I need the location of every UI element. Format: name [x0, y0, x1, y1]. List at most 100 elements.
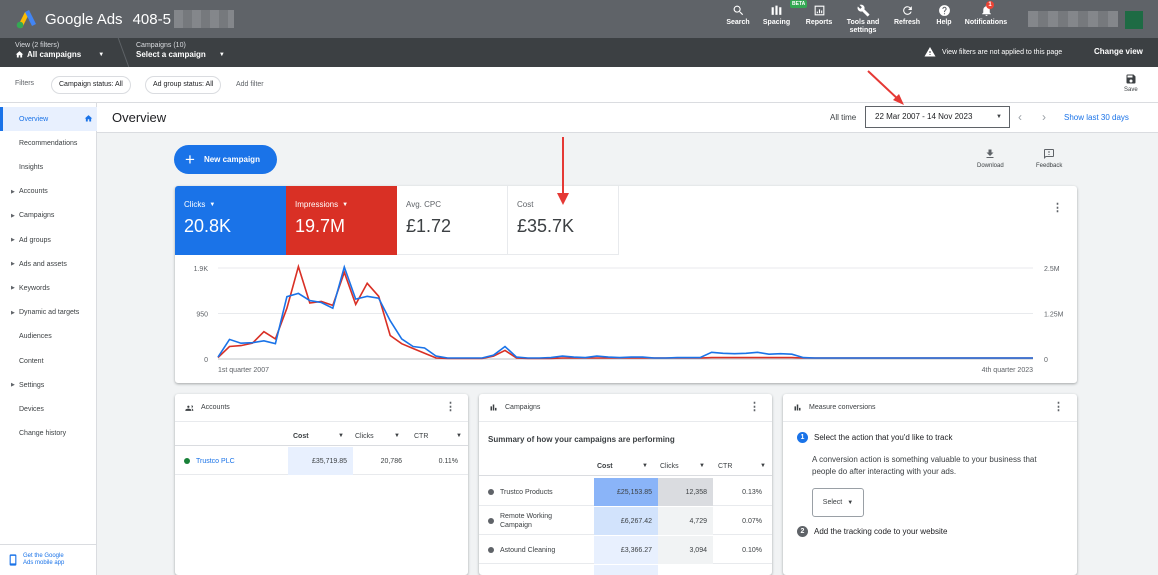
tools-settings-button[interactable]: Tools and settings — [839, 0, 887, 38]
mobile-app-line1: Get the Google — [23, 553, 64, 559]
y-left-tick-label: 1.9K — [194, 266, 209, 273]
add-filter-button[interactable]: Add filter — [236, 81, 264, 88]
select-conversion-action-button[interactable]: Select ▼ — [812, 488, 864, 517]
reports-label: Reports — [805, 19, 833, 26]
sidebar-item-label: Overview — [19, 115, 49, 123]
next-period-button[interactable]: › — [1042, 111, 1046, 123]
y-left-tick-label: 0 — [204, 357, 208, 364]
search-button[interactable]: Search — [722, 0, 754, 38]
campaign-name[interactable]: Trustco Products — [500, 489, 553, 496]
conversions-icon — [794, 404, 801, 411]
campaign-dropdown-icon: ▼ — [218, 51, 225, 58]
table-row[interactable]: Trustco Products £25,153.85 12,358 0.13% — [479, 478, 772, 506]
filter-chip-ad-group-status[interactable]: Ad group status: All — [145, 76, 222, 94]
sidebar-item-change-history[interactable]: Change history — [0, 422, 97, 446]
metric-avg-cpc[interactable]: Avg. CPC £1.72 — [397, 186, 508, 255]
expand-arrow-icon: ▶ — [11, 382, 15, 389]
refresh-icon — [902, 6, 912, 15]
metric-clicks[interactable]: Clicks ▼ 20.8K — [175, 186, 286, 255]
new-campaign-label: New campaign — [203, 155, 260, 164]
filter-chip-campaign-status[interactable]: Campaign status: All — [51, 76, 131, 94]
sidebar-item-dynamic-ad-targets[interactable]: ▶ Dynamic ad targets — [0, 301, 97, 325]
campaign-ctr-cell: 0.07% — [742, 517, 762, 525]
sidebar-item-overview[interactable]: Overview — [0, 107, 97, 131]
table-row[interactable]: Astound Cleaning £3,366.27 3,094 0.10% — [479, 536, 772, 564]
feedback-button[interactable]: Feedback — [1036, 148, 1062, 169]
campaign-clicks-cell: 3,094 — [658, 536, 713, 564]
account-name-link[interactable]: Trustco PLC — [196, 458, 235, 465]
sidebar-item-audiences[interactable]: Audiences — [0, 325, 97, 349]
avatar[interactable] — [1125, 11, 1143, 29]
show-last-30-days-link[interactable]: Show last 30 days — [1064, 113, 1129, 122]
table-row[interactable]: Trustco PLC £35,719.85 20,786 0.11% — [175, 447, 468, 475]
new-campaign-button[interactable]: + New campaign — [174, 145, 277, 174]
sidebar-item-insights[interactable]: Insights — [0, 155, 97, 179]
metric-impressions[interactable]: Impressions ▼ 19.7M — [286, 186, 397, 255]
table-row[interactable]: Remote Working Campaign £6,267.42 4,729 0… — [479, 507, 772, 535]
accounts-col-clicks[interactable]: Clicks ▼ — [355, 433, 400, 440]
campaigns-col-clicks-label: Clicks — [660, 463, 679, 470]
campaign-name-line1: Remote Working — [500, 513, 553, 520]
notifications-button[interactable]: 1 Notifications — [961, 0, 1011, 38]
annotation-arrow-cost — [557, 137, 569, 205]
sidebar-item-label: Audiences — [19, 333, 52, 341]
date-range-label: All time — [830, 113, 857, 122]
x-tick-label: 4th quarter 2023 — [982, 367, 1033, 374]
change-view-button[interactable]: Change view — [1094, 47, 1143, 56]
campaign-name[interactable]: Remote Working Campaign — [500, 512, 552, 530]
previous-period-button[interactable]: ‹ — [1018, 111, 1022, 123]
campaign-name[interactable]: Astound Cleaning — [500, 547, 555, 554]
page-title: Overview — [112, 110, 167, 125]
accounts-col-ctr[interactable]: CTR ▼ — [414, 433, 462, 440]
reports-icon — [814, 5, 824, 16]
redacted-account-name — [173, 10, 234, 28]
accounts-col-cost[interactable]: Cost ▼ — [293, 433, 344, 440]
refresh-button[interactable]: Refresh — [887, 0, 927, 38]
sidebar-item-label: Accounts — [19, 188, 48, 196]
sidebar-item-ads-and-assets[interactable]: ▶ Ads and assets — [0, 252, 97, 276]
account-id[interactable]: 408-5 — [133, 11, 171, 28]
campaigns-icon — [490, 404, 497, 411]
date-range-dropdown-icon: ▼ — [996, 114, 1002, 120]
date-range-value: 22 Mar 2007 - 14 Nov 2023 — [875, 112, 973, 121]
spacing-icon — [771, 5, 782, 15]
sidebar-item-campaigns[interactable]: ▶ Campaigns — [0, 204, 97, 228]
campaigns-col-cost[interactable]: Cost ▼ — [597, 463, 648, 470]
spacing-button[interactable]: BETA Spacing — [754, 0, 808, 38]
help-button[interactable]: Help — [927, 0, 961, 38]
sidebar-item-accounts[interactable]: ▶ Accounts — [0, 180, 97, 204]
campaign-selector[interactable]: Campaigns (10) Select a campaign ▼ — [136, 42, 225, 59]
annotation-arrow-date — [867, 70, 904, 105]
home-icon — [84, 115, 93, 122]
get-mobile-app-link[interactable]: Get the Google Ads mobile app — [0, 544, 97, 575]
performance-chart-card: 1.9K 950 0 2.5M 1.25M 0 1st quarter 2007 4th qu… — [175, 186, 1077, 383]
google-ads-logo[interactable]: Google Ads — [16, 9, 123, 29]
view-selector[interactable]: View (2 filters) All campaigns ▼ — [15, 42, 104, 59]
metric-cost-value: £35.7K — [517, 216, 575, 236]
tools-settings-label: Tools and settings — [846, 19, 880, 34]
conversions-more-options-icon[interactable]: ⋮ — [1053, 402, 1064, 413]
campaigns-col-clicks[interactable]: Clicks ▼ — [660, 463, 705, 470]
notification-count-badge: 1 — [986, 1, 994, 9]
sidebar-item-devices[interactable]: Devices — [0, 397, 97, 421]
warning-text: View filters are not applied to this pag… — [942, 48, 1063, 56]
x-tick-label: 1st quarter 2007 — [218, 367, 269, 374]
campaign-clicks-cell: 4,729 — [658, 507, 713, 535]
campaigns-more-options-icon[interactable]: ⋮ — [749, 402, 760, 413]
campaigns-table-header: Cost ▼ Clicks ▼ CTR ▼ — [479, 457, 772, 476]
sidebar-item-recommendations[interactable]: Recommendations — [0, 131, 97, 155]
download-button[interactable]: Download — [977, 148, 1004, 169]
accounts-more-options-icon[interactable]: ⋮ — [445, 402, 456, 413]
sidebar-item-label: Devices — [19, 405, 44, 413]
sidebar-item-keywords[interactable]: ▶ Keywords — [0, 276, 97, 300]
save-button[interactable]: Save — [1124, 73, 1138, 93]
chart-more-options-icon[interactable]: ⋮ — [1052, 203, 1063, 214]
reports-button[interactable]: Reports — [799, 0, 839, 38]
sort-dropdown-icon: ▼ — [699, 463, 705, 469]
sidebar-item-settings[interactable]: ▶ Settings — [0, 373, 97, 397]
sidebar-item-ad-groups[interactable]: ▶ Ad groups — [0, 228, 97, 252]
sidebar-item-content[interactable]: Content — [0, 349, 97, 373]
home-icon — [15, 51, 24, 58]
date-range-picker[interactable]: 22 Mar 2007 - 14 Nov 2023 ▼ — [865, 106, 1010, 128]
campaigns-col-ctr[interactable]: CTR ▼ — [718, 463, 766, 470]
